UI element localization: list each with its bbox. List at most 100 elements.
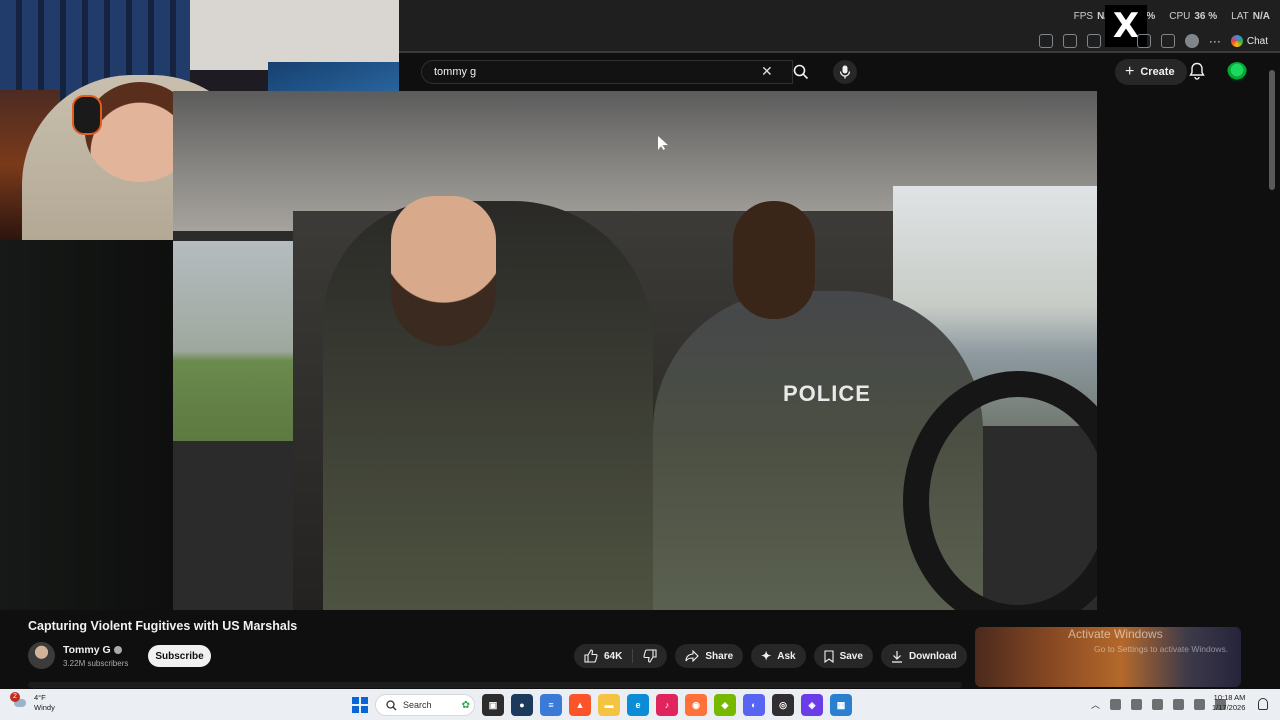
tiktok-icon[interactable]: ♪: [656, 694, 678, 716]
voice-search-button[interactable]: [833, 60, 857, 84]
share-label: Share: [705, 650, 734, 662]
downloads-icon[interactable]: [1160, 34, 1175, 48]
discord-icon[interactable]: ◐: [743, 694, 765, 716]
search-icon: [386, 699, 397, 710]
lat-stat: LAT N/A: [1231, 11, 1270, 22]
menu-dots-icon[interactable]: ···: [1209, 34, 1221, 48]
download-icon: [891, 650, 902, 663]
edge-browser-icon[interactable]: e: [627, 694, 649, 716]
thumbs-up-icon: [584, 649, 598, 663]
clock-time: 10:18 AM: [1213, 693, 1246, 702]
taskbar-apps: Search ✿ ▣ ● ≡ ▲ ▬ e ♪ ◉ ◆ ◐ ◎ ◈ ▦: [352, 693, 852, 717]
chat-label: Chat: [1246, 35, 1268, 47]
browser-toolbar-icons: ··· Chat: [1038, 31, 1280, 51]
extensions-icon[interactable]: [1086, 34, 1101, 48]
search-input[interactable]: tommy g: [421, 60, 793, 84]
create-button[interactable]: + Create: [1115, 59, 1187, 85]
channel-avatar[interactable]: [28, 642, 55, 669]
clear-search-icon[interactable]: ✕: [761, 63, 773, 80]
notepad-icon[interactable]: ≡: [540, 694, 562, 716]
copilot-icon: [1230, 35, 1243, 47]
channel-name[interactable]: Tommy G: [63, 644, 122, 656]
screen: FPSN/A % CPU36 % LATN/A X ··· Chat tommy…: [0, 0, 1280, 720]
weather-cloud-icon: 2: [10, 692, 28, 711]
weather-condition: Windy: [34, 703, 55, 712]
activate-windows-hint: Go to Settings to activate Windows.: [1094, 644, 1229, 654]
dislike-button[interactable]: [633, 644, 667, 668]
profile-icon[interactable]: [1184, 34, 1199, 48]
performance-overlay: FPSN/A % CPU36 % LATN/A: [1074, 11, 1270, 22]
bell-icon: [1189, 62, 1205, 80]
cloud-tray-icon[interactable]: [1152, 699, 1164, 710]
car-window-left: [173, 241, 313, 441]
show-hidden-icons[interactable]: ︿: [1091, 698, 1100, 711]
share-button[interactable]: Share: [675, 644, 744, 668]
task-view-icon[interactable]: ▣: [482, 694, 504, 716]
subscribe-button[interactable]: Subscribe: [148, 645, 211, 667]
taskbar-clock[interactable]: 10:18 AM 1/17/2026: [1212, 693, 1245, 713]
media-app-icon[interactable]: ◈: [801, 694, 823, 716]
download-label: Download: [908, 650, 957, 662]
account-avatar[interactable]: [1227, 62, 1247, 82]
save-button[interactable]: Save: [813, 644, 873, 668]
steam-tray-icon[interactable]: [1110, 699, 1122, 710]
nvidia-icon[interactable]: ◆: [714, 694, 736, 716]
file-explorer-icon[interactable]: ▬: [598, 694, 620, 716]
description-box-edge: [28, 682, 962, 688]
video-letterbox-left: [0, 240, 173, 610]
apps-icon[interactable]: [1038, 34, 1053, 48]
system-tray: ︿: [1091, 698, 1227, 711]
page-scrollbar[interactable]: [1269, 70, 1275, 190]
like-dislike-group: 64K: [574, 644, 668, 668]
weather-widget[interactable]: 2 4°F Windy: [10, 692, 55, 713]
save-label: Save: [839, 650, 863, 662]
download-button[interactable]: Download: [880, 644, 967, 668]
windows-taskbar: 2 4°F Windy Search ✿ ▣ ● ≡ ▲ ▬ e ♪ ◉ ◆ ◐: [0, 689, 1280, 720]
like-count: 64K: [604, 650, 623, 662]
create-label: Create: [1140, 66, 1175, 78]
photos-app-icon[interactable]: ▦: [830, 694, 852, 716]
notifications-button[interactable]: [1189, 62, 1205, 85]
video-letterbox-right: [1097, 91, 1280, 610]
thumbs-down-icon: [643, 649, 657, 663]
taskbar-search-label: Search: [403, 700, 432, 710]
verified-icon: [113, 646, 122, 655]
sparkle-icon: ✦: [761, 649, 772, 663]
activate-windows-watermark: Activate Windows: [1068, 627, 1163, 641]
search-highlight-icon: ✿: [461, 699, 470, 711]
video-actions: 64K Share ✦ Ask Save Download ···: [574, 644, 999, 668]
like-button[interactable]: 64K: [574, 644, 632, 668]
subscriber-count: 3.22M subscribers: [63, 659, 129, 668]
ask-button[interactable]: ✦ Ask: [751, 644, 806, 668]
start-button[interactable]: [352, 697, 368, 713]
clock-date: 1/17/2026: [1212, 703, 1246, 712]
weather-badge: 2: [10, 692, 20, 702]
youtube-header: tommy g ✕ + Create: [399, 53, 1280, 91]
notification-center-icon[interactable]: [1258, 698, 1268, 710]
taskbar-search[interactable]: Search ✿: [375, 694, 475, 716]
split-screen-icon[interactable]: [1136, 34, 1151, 48]
steam-icon[interactable]: ●: [511, 694, 533, 716]
search-query: tommy g: [434, 66, 477, 78]
ask-label: Ask: [777, 650, 796, 662]
video-player[interactable]: POLICE: [173, 91, 1097, 610]
gpu-stat: %: [1146, 11, 1156, 22]
bookmark-icon: [824, 649, 834, 663]
plus-icon: +: [1125, 63, 1135, 80]
firefox-icon[interactable]: ◉: [685, 694, 707, 716]
network-icon[interactable]: [1194, 699, 1206, 710]
driver-head: [733, 201, 815, 319]
copilot-chat-button[interactable]: Chat: [1230, 35, 1268, 47]
security-tray-icon[interactable]: [1131, 699, 1143, 710]
update-tray-icon[interactable]: [1173, 699, 1185, 710]
video-title: Capturing Violent Fugitives with US Mars…: [28, 619, 298, 633]
favorite-star-icon[interactable]: [1062, 34, 1077, 48]
police-vest-label: POLICE: [783, 381, 871, 406]
webcam-back-wall: [190, 0, 399, 70]
search-icon: [793, 64, 809, 80]
share-icon: [685, 650, 700, 662]
weather-text: 4°F Windy: [34, 693, 55, 713]
search-button[interactable]: [787, 60, 815, 84]
obs-icon[interactable]: ◎: [772, 694, 794, 716]
brave-browser-icon[interactable]: ▲: [569, 694, 591, 716]
